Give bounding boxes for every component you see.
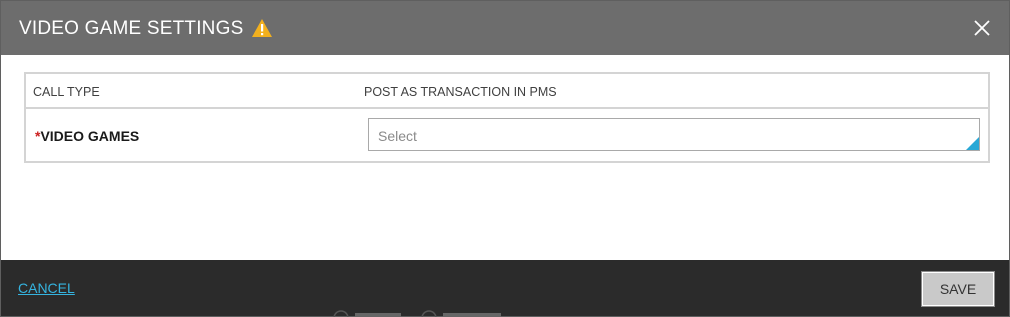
settings-dialog: VIDEO GAME SETTINGS CALL TYPE POST AS TR…	[0, 0, 1010, 317]
column-header-post-transaction: POST AS TRANSACTION IN PMS	[364, 85, 557, 99]
save-button[interactable]: SAVE	[921, 271, 995, 307]
close-icon[interactable]	[973, 19, 991, 37]
row-label-video-games: *VIDEO GAMES	[35, 128, 139, 144]
cancel-link[interactable]: CANCEL	[18, 280, 75, 296]
post-transaction-select[interactable]: Select	[368, 118, 980, 151]
column-header-call-type: CALL TYPE	[33, 85, 100, 99]
dialog-title: VIDEO GAME SETTINGS	[19, 17, 244, 39]
select-placeholder: Select	[378, 128, 417, 144]
row-label-text: VIDEO GAMES	[40, 128, 140, 144]
dialog-header: VIDEO GAME SETTINGS	[1, 1, 1009, 55]
background-radio-options	[331, 299, 511, 317]
table-header: CALL TYPE POST AS TRANSACTION IN PMS	[26, 74, 988, 109]
warning-triangle-icon	[251, 18, 273, 38]
dropdown-corner-icon	[966, 137, 979, 150]
call-type-table: CALL TYPE POST AS TRANSACTION IN PMS *VI…	[24, 72, 990, 163]
header-divider	[26, 105, 356, 107]
